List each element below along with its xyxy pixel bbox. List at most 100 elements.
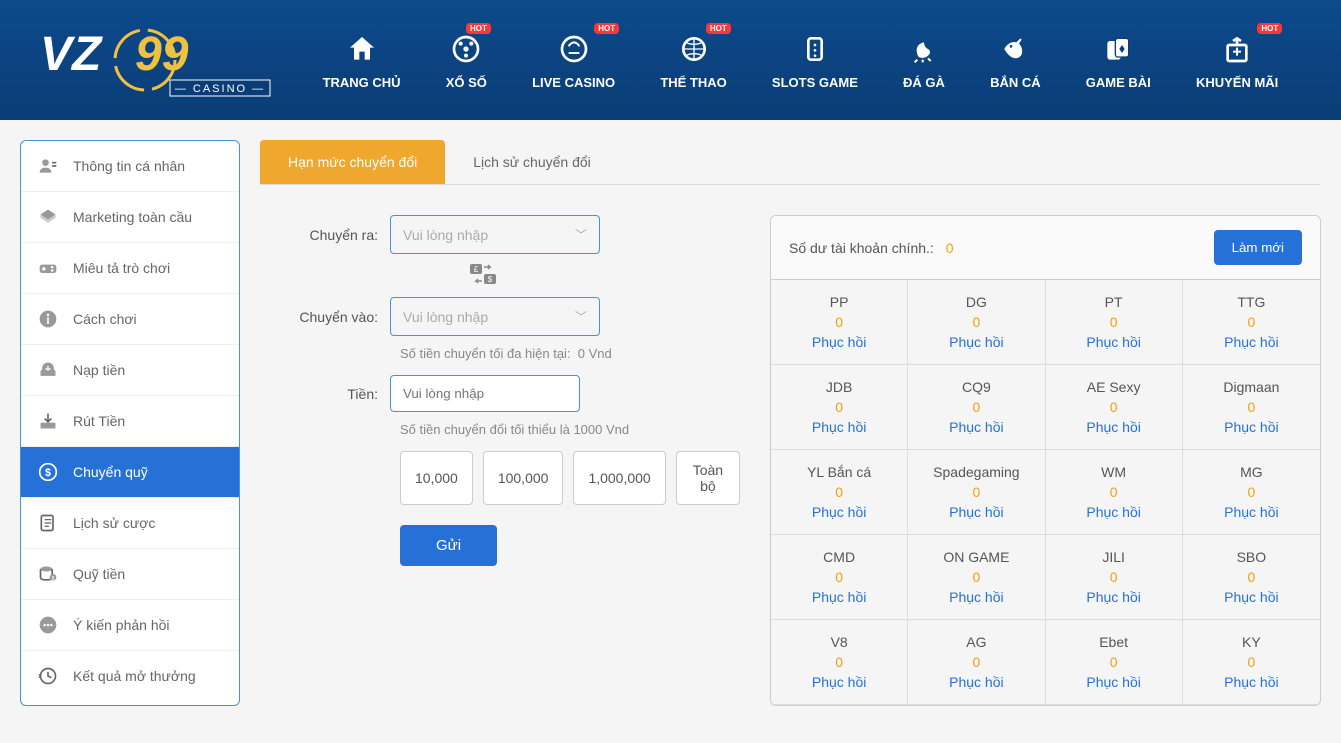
provider-balance: 0 (1054, 654, 1174, 670)
sidebar-icon (37, 206, 59, 228)
amount-preset-0[interactable]: 10,000 (400, 451, 473, 505)
restore-link[interactable]: Phục hồi (1191, 589, 1312, 605)
nav-item-6[interactable]: BẮN CÁ (982, 31, 1049, 90)
submit-button[interactable]: Gửi (400, 525, 497, 566)
balance-cell: CQ90Phục hồi (908, 365, 1045, 450)
sidebar-icon (37, 410, 59, 432)
nav-item-0[interactable]: TRANG CHỦ (315, 31, 409, 90)
to-select-placeholder: Vui lòng nhập (403, 309, 488, 325)
restore-link[interactable]: Phục hồi (779, 334, 899, 350)
amount-preset-3[interactable]: Toàn bộ (676, 451, 740, 505)
to-select[interactable]: Vui lòng nhập ﹀ (390, 297, 600, 336)
balance-header-value: 0 (946, 240, 954, 256)
provider-name: KY (1191, 634, 1312, 650)
restore-link[interactable]: Phục hồi (916, 589, 1036, 605)
sidebar-item-1[interactable]: Marketing toàn cầu (21, 192, 239, 243)
from-select[interactable]: Vui lòng nhập ﹀ (390, 215, 600, 254)
restore-link[interactable]: Phục hồi (916, 334, 1036, 350)
provider-name: TTG (1191, 294, 1312, 310)
provider-name: V8 (779, 634, 899, 650)
logo[interactable]: VZ 99 — CASINO — (40, 20, 300, 100)
provider-balance: 0 (916, 654, 1036, 670)
sidebar-item-10[interactable]: Kết quả mở thưởng (21, 651, 239, 701)
tab-1[interactable]: Lịch sử chuyển đổi (445, 140, 619, 184)
amount-input[interactable] (390, 375, 580, 412)
restore-link[interactable]: Phục hồi (779, 674, 899, 690)
sidebar-item-7[interactable]: Lịch sử cược (21, 498, 239, 549)
restore-link[interactable]: Phục hồi (1191, 674, 1312, 690)
restore-link[interactable]: Phục hồi (779, 419, 899, 435)
restore-link[interactable]: Phục hồi (1054, 674, 1174, 690)
nav-item-1[interactable]: HOTXỔ SỐ (438, 31, 495, 90)
balance-header-label: Số dư tài khoản chính.: (789, 240, 934, 256)
sidebar-item-2[interactable]: Miêu tả trò chơi (21, 243, 239, 294)
provider-balance: 0 (916, 569, 1036, 585)
amount-presets: 10,000100,0001,000,000Toàn bộ (400, 451, 740, 505)
amount-label: Tiền: (290, 386, 390, 402)
restore-link[interactable]: Phục hồi (1054, 504, 1174, 520)
nav-item-5[interactable]: ĐÁ GÀ (895, 31, 953, 90)
sidebar-item-0[interactable]: Thông tin cá nhân (21, 141, 239, 192)
provider-balance: 0 (1191, 654, 1312, 670)
provider-name: AE Sexy (1054, 379, 1174, 395)
restore-link[interactable]: Phục hồi (779, 589, 899, 605)
restore-link[interactable]: Phục hồi (1191, 419, 1312, 435)
hot-badge: HOT (466, 23, 491, 34)
svg-text:$: $ (52, 576, 55, 582)
sidebar-item-8[interactable]: $Quỹ tiền (21, 549, 239, 600)
balance-cell: Ebet0Phục hồi (1046, 620, 1183, 705)
provider-name: CMD (779, 549, 899, 565)
balance-cell: TTG0Phục hồi (1183, 280, 1320, 365)
provider-balance: 0 (916, 314, 1036, 330)
restore-link[interactable]: Phục hồi (1054, 334, 1174, 350)
nav-icon (1100, 31, 1136, 67)
sidebar-item-6[interactable]: $Chuyển quỹ (21, 447, 239, 498)
refresh-button[interactable]: Làm mới (1214, 230, 1302, 265)
provider-name: PT (1054, 294, 1174, 310)
restore-link[interactable]: Phục hồi (1191, 504, 1312, 520)
provider-balance: 0 (779, 569, 899, 585)
to-label: Chuyển vào: (290, 309, 390, 325)
sidebar-item-4[interactable]: Nạp tiền (21, 345, 239, 396)
sidebar: Thông tin cá nhânMarketing toàn cầuMiêu … (20, 140, 240, 706)
restore-link[interactable]: Phục hồi (1054, 419, 1174, 435)
nav-item-7[interactable]: GAME BÀI (1078, 31, 1159, 90)
balance-cell: PP0Phục hồi (771, 280, 908, 365)
nav-item-4[interactable]: SLOTS GAME (764, 31, 866, 90)
balance-cell: KY 0 Phục hồi (1183, 620, 1320, 705)
nav-label: BẮN CÁ (990, 75, 1041, 90)
provider-balance: 0 (1191, 569, 1312, 585)
restore-link[interactable]: Phục hồi (916, 419, 1036, 435)
provider-name: DG (916, 294, 1036, 310)
provider-balance: 0 (1054, 399, 1174, 415)
amount-preset-1[interactable]: 100,000 (483, 451, 564, 505)
nav-icon (676, 31, 712, 67)
amount-preset-2[interactable]: 1,000,000 (573, 451, 665, 505)
balance-cell: JILI0Phục hồi (1046, 535, 1183, 620)
nav-item-3[interactable]: HOTTHỂ THAO (652, 31, 734, 90)
nav-item-2[interactable]: HOTLIVE CASINO (524, 31, 623, 90)
provider-name: YL Bắn cá (779, 464, 899, 480)
provider-name: AG (916, 634, 1036, 650)
provider-name: SBO (1191, 549, 1312, 565)
nav-item-8[interactable]: HOTKHUYẾN MÃI (1188, 31, 1286, 90)
sidebar-item-9[interactable]: Ý kiến phản hồi (21, 600, 239, 651)
main-nav: TRANG CHỦ HOTXỔ SỐ HOTLIVE CASINO HOTTHỂ TH… (300, 31, 1301, 90)
tab-0[interactable]: Hạn mức chuyển đổi (260, 140, 445, 184)
restore-link[interactable]: Phục hồi (779, 504, 899, 520)
restore-link[interactable]: Phục hồi (916, 674, 1036, 690)
provider-balance: 0 (916, 399, 1036, 415)
restore-link[interactable]: Phục hồi (1054, 589, 1174, 605)
nav-icon (344, 31, 380, 67)
sidebar-item-label: Ý kiến phản hồi (73, 617, 170, 633)
sidebar-item-5[interactable]: Rút Tiền (21, 396, 239, 447)
sidebar-item-3[interactable]: Cách chơi (21, 294, 239, 345)
balance-cell: V80Phục hồi (771, 620, 908, 705)
nav-icon (556, 31, 592, 67)
restore-link[interactable]: Phục hồi (916, 504, 1036, 520)
swap-icon[interactable]: £ $ (470, 264, 740, 289)
restore-link[interactable]: Phục hồi (1191, 334, 1312, 350)
main-header: VZ 99 — CASINO — TRANG CHỦ HOTXỔ SỐ HOTLIV… (0, 0, 1341, 120)
nav-icon (448, 31, 484, 67)
svg-text:$: $ (45, 467, 51, 479)
